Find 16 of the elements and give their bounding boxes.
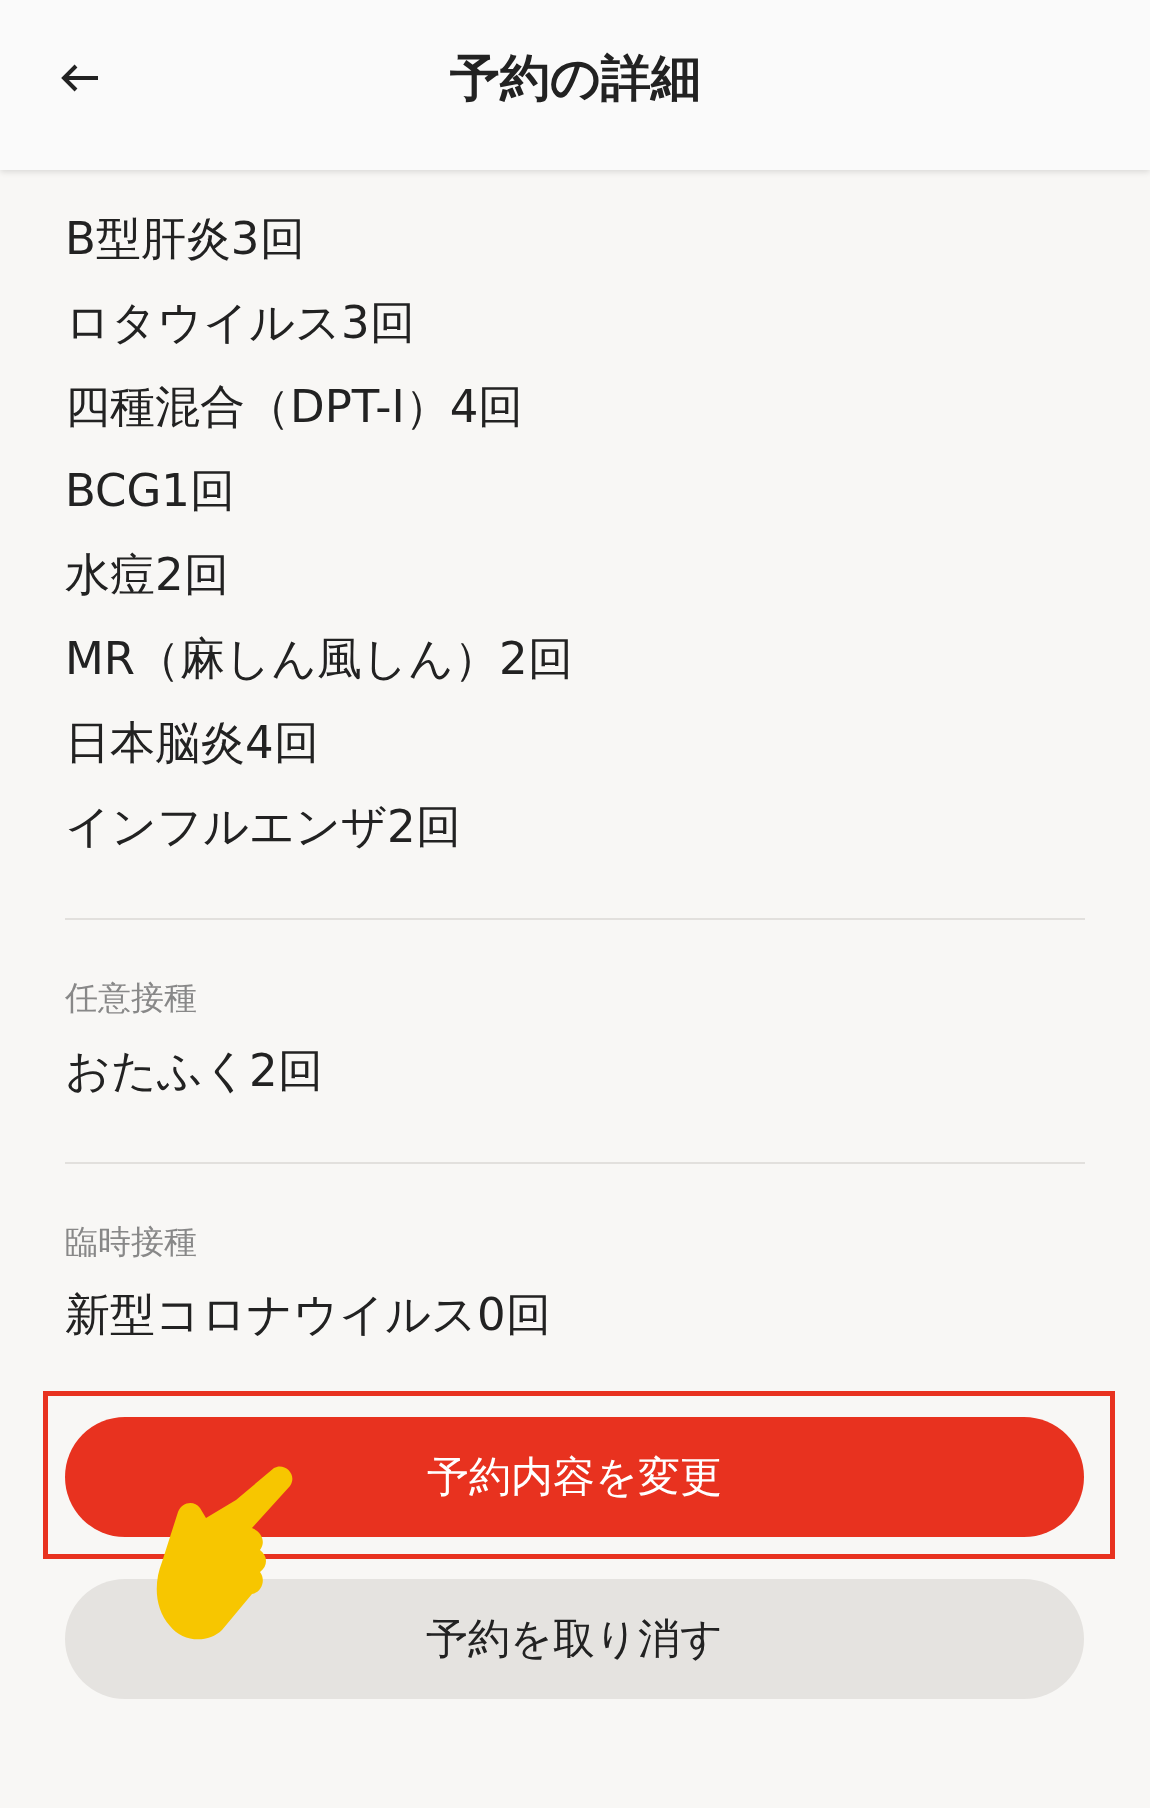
vaccine-item: MR（麻しん風しん）2回 [65,631,574,687]
vaccine-item: おたふく2回 [65,1043,324,1099]
vaccine-item: B型肝炎3回 [65,211,306,267]
section-label: 臨時接種 [65,1222,198,1262]
change-button[interactable]: 予約内容を変更 [65,1417,1084,1537]
vaccine-item: 日本脳炎4回 [65,715,320,771]
vaccine-item: 水痘2回 [65,547,230,603]
screen-title: 予約の詳細 [449,47,701,109]
section-label: 任意接種 [65,978,198,1018]
back-icon[interactable] [60,63,100,93]
cancel-button[interactable]: 予約を取り消す [65,1579,1084,1699]
vaccine-item: 新型コロナウイルス0回 [65,1287,552,1343]
vaccine-item: ロタウイルス3回 [65,295,416,351]
vaccine-item: BCG1回 [65,463,236,519]
vaccine-item: インフルエンザ2回 [65,799,462,855]
vaccine-item: 四種混合（DPT-I）4回 [65,379,525,435]
